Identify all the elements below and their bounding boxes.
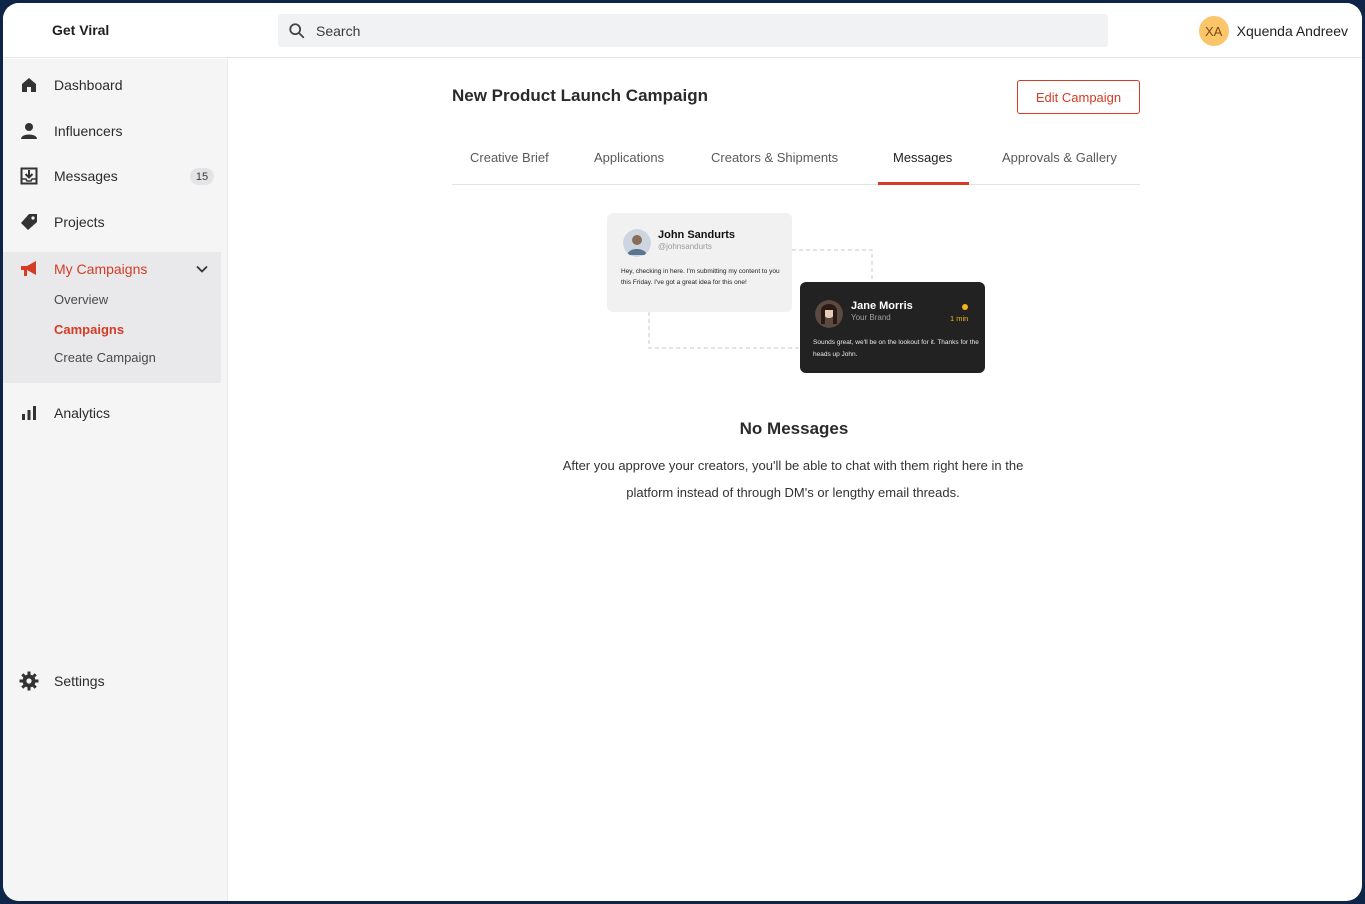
search-bar[interactable]: Search [278,14,1108,47]
sidebar-item-label: Projects [54,214,105,230]
app-window: Get Viral Search XA Xquenda Andreev Dash… [3,3,1362,901]
sidebar-item-influencers[interactable]: Influencers [3,114,221,148]
search-icon [289,23,305,39]
creator-name: John Sandurts [658,229,736,241]
message-card-creator: John Sandurts @johnsandurts Hey, checkin… [607,213,792,312]
empty-state-title: No Messages [739,419,849,438]
active-tab-indicator [878,182,969,185]
tab-applications[interactable]: Applications [594,150,664,165]
sidebar-subitem-create-campaign[interactable]: Create Campaign [54,350,156,365]
sidebar-item-label: Dashboard [54,77,123,93]
tab-approvals-gallery[interactable]: Approvals & Gallery [1002,150,1117,165]
my-campaigns-group: My Campaigns Overview Campaigns Create C… [3,252,221,383]
sidebar-item-messages[interactable]: Messages 15 [3,159,221,193]
brand-contact-name: Jane Morris [851,300,913,312]
page-title: New Product Launch Campaign [452,86,708,105]
brand-logo[interactable]: Get Viral [52,22,109,38]
brand-avatar [815,300,843,328]
creator-message: Hey, checking in here. I'm submitting my… [621,268,780,286]
tab-creators-shipments[interactable]: Creators & Shipments [711,150,838,165]
inbox-icon [19,166,39,186]
sidebar-item-dashboard[interactable]: Dashboard [3,68,221,102]
chevron-down-icon[interactable] [195,262,209,276]
sidebar: Dashboard Influencers Messages 15 Projec… [3,59,228,901]
top-bar: Get Viral Search XA Xquenda Andreev [3,3,1362,58]
sidebar-item-projects[interactable]: Projects [3,205,221,239]
user-name[interactable]: Xquenda Andreev [1237,23,1348,39]
user-menu[interactable]: XA Xquenda Andreev [1198,16,1348,46]
sidebar-subitem-campaigns[interactable]: Campaigns [54,322,124,337]
megaphone-icon [19,259,39,279]
sidebar-item-label: Settings [54,673,105,689]
message-card-brand: Jane Morris Your Brand 1 min Sounds grea… [800,282,985,373]
sidebar-item-label: My Campaigns [54,261,148,277]
creator-avatar [623,229,651,257]
message-time: 1 min [950,314,969,323]
brand-message: Sounds great, we'll be on the lookout fo… [813,339,979,358]
sidebar-item-my-campaigns[interactable]: My Campaigns [3,252,221,286]
tab-messages[interactable]: Messages [893,150,952,165]
creator-handle: @johnsandurts [658,242,712,251]
edit-campaign-button[interactable]: Edit Campaign [1017,80,1140,114]
home-icon [19,75,39,95]
search-input[interactable]: Search [316,23,360,39]
campaign-tabs: Creative Brief Applications Creators & S… [452,141,1140,185]
tag-icon [19,212,39,232]
messages-illustration: John Sandurts @johnsandurts Hey, checkin… [603,208,993,383]
brand-label: Your Brand [851,313,891,322]
sidebar-item-label: Influencers [54,123,123,139]
sidebar-item-settings[interactable]: Settings [3,664,221,698]
sidebar-subitem-overview[interactable]: Overview [54,292,108,307]
person-icon [19,121,39,141]
gear-icon [19,671,39,691]
avatar[interactable]: XA [1198,16,1229,46]
sidebar-item-label: Messages [54,168,118,184]
tab-creative-brief[interactable]: Creative Brief [470,150,549,165]
unread-dot [962,304,968,310]
empty-state-text: After you approve your creators, you'll … [562,458,1024,500]
messages-count-badge: 15 [190,168,214,185]
